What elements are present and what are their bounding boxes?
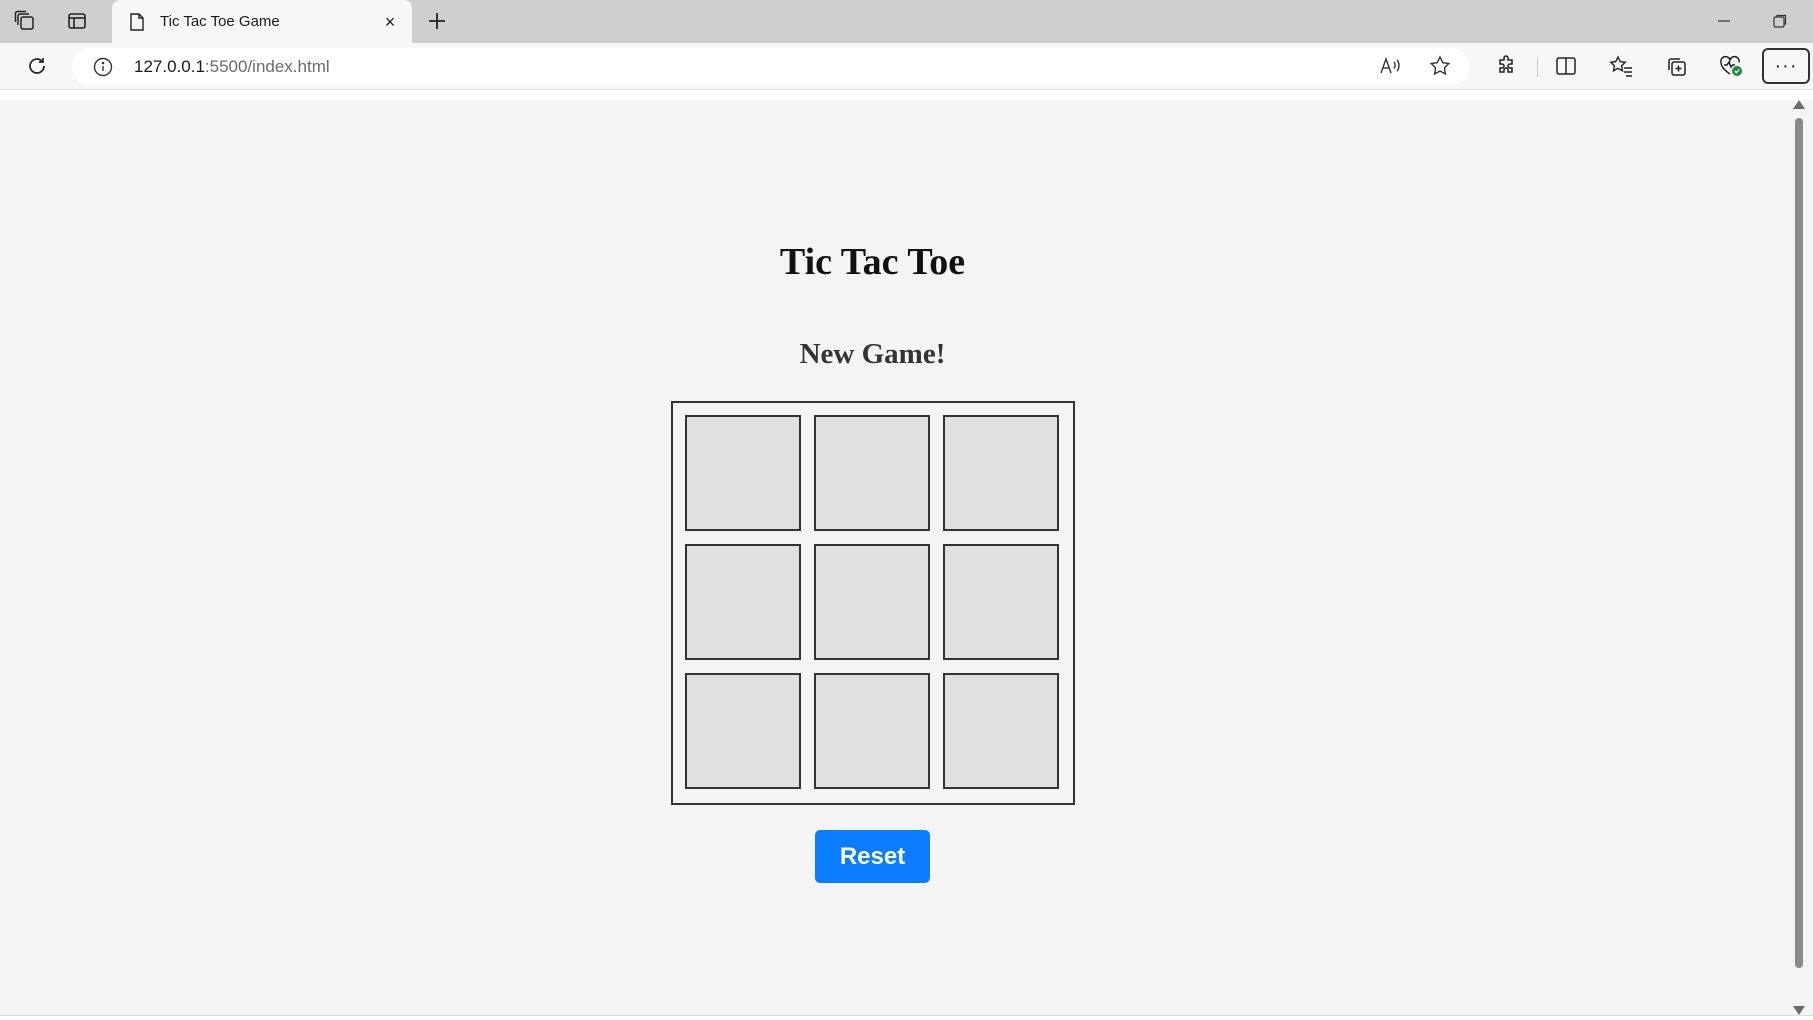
- split-screen-icon[interactable]: [1548, 49, 1584, 83]
- game-status: New Game!: [799, 338, 946, 370]
- browser-window: Tic Tac Toe Game × 127.0.0.1:5500/index.…: [0, 0, 1813, 1020]
- board-cell-5[interactable]: [814, 544, 930, 660]
- favorite-star-icon[interactable]: [1422, 49, 1458, 83]
- url-path: :5500/index.html: [204, 56, 330, 76]
- board-cell-3[interactable]: [943, 415, 1059, 531]
- extensions-icon[interactable]: [1488, 49, 1524, 83]
- scroll-up-arrow-icon[interactable]: [1793, 100, 1805, 109]
- page-viewport: Tic Tac Toe New Game! Reset: [0, 100, 1783, 1015]
- game-board: [671, 401, 1075, 805]
- close-icon[interactable]: ×: [378, 10, 402, 34]
- toolbar-divider: [1537, 57, 1538, 77]
- new-tab-button[interactable]: [420, 6, 454, 36]
- url-text[interactable]: 127.0.0.1:5500/index.html: [134, 57, 330, 77]
- read-aloud-icon[interactable]: [1372, 49, 1408, 83]
- board-cell-7[interactable]: [685, 673, 801, 789]
- address-bar[interactable]: 127.0.0.1:5500/index.html: [72, 48, 1470, 85]
- tab-active[interactable]: Tic Tac Toe Game ×: [112, 0, 412, 43]
- reset-button[interactable]: Reset: [815, 830, 930, 883]
- browser-toolbar: 127.0.0.1:5500/index.html ···: [0, 43, 1813, 90]
- board-cell-2[interactable]: [814, 415, 930, 531]
- url-host: 127.0.0.1: [134, 56, 205, 76]
- board-cell-8[interactable]: [814, 673, 930, 789]
- window-bottom-edge: [0, 1015, 1813, 1020]
- board-cell-4[interactable]: [685, 544, 801, 660]
- minimize-icon[interactable]: [1704, 6, 1744, 36]
- page-icon: [128, 12, 146, 32]
- collections-icon[interactable]: [1658, 49, 1694, 83]
- page-scrollbar[interactable]: [1783, 100, 1813, 1015]
- settings-menu-button[interactable]: ···: [1762, 48, 1810, 84]
- vertical-tabs-icon[interactable]: [60, 6, 94, 36]
- favorites-icon[interactable]: [1603, 49, 1639, 83]
- workspaces-icon[interactable]: [8, 6, 42, 36]
- tab-title: Tic Tac Toe Game: [160, 13, 280, 30]
- restore-icon[interactable]: [1760, 6, 1800, 36]
- refresh-icon[interactable]: [19, 49, 55, 83]
- info-icon[interactable]: [92, 56, 114, 78]
- board-cell-9[interactable]: [943, 673, 1059, 789]
- scroll-down-arrow-icon[interactable]: [1793, 1006, 1805, 1015]
- board-cell-1[interactable]: [685, 415, 801, 531]
- page-title: Tic Tac Toe: [779, 241, 966, 283]
- scrollbar-thumb[interactable]: [1795, 118, 1803, 968]
- board-cell-6[interactable]: [943, 544, 1059, 660]
- tab-strip: Tic Tac Toe Game ×: [0, 0, 1813, 43]
- browser-essentials-icon[interactable]: [1713, 49, 1749, 83]
